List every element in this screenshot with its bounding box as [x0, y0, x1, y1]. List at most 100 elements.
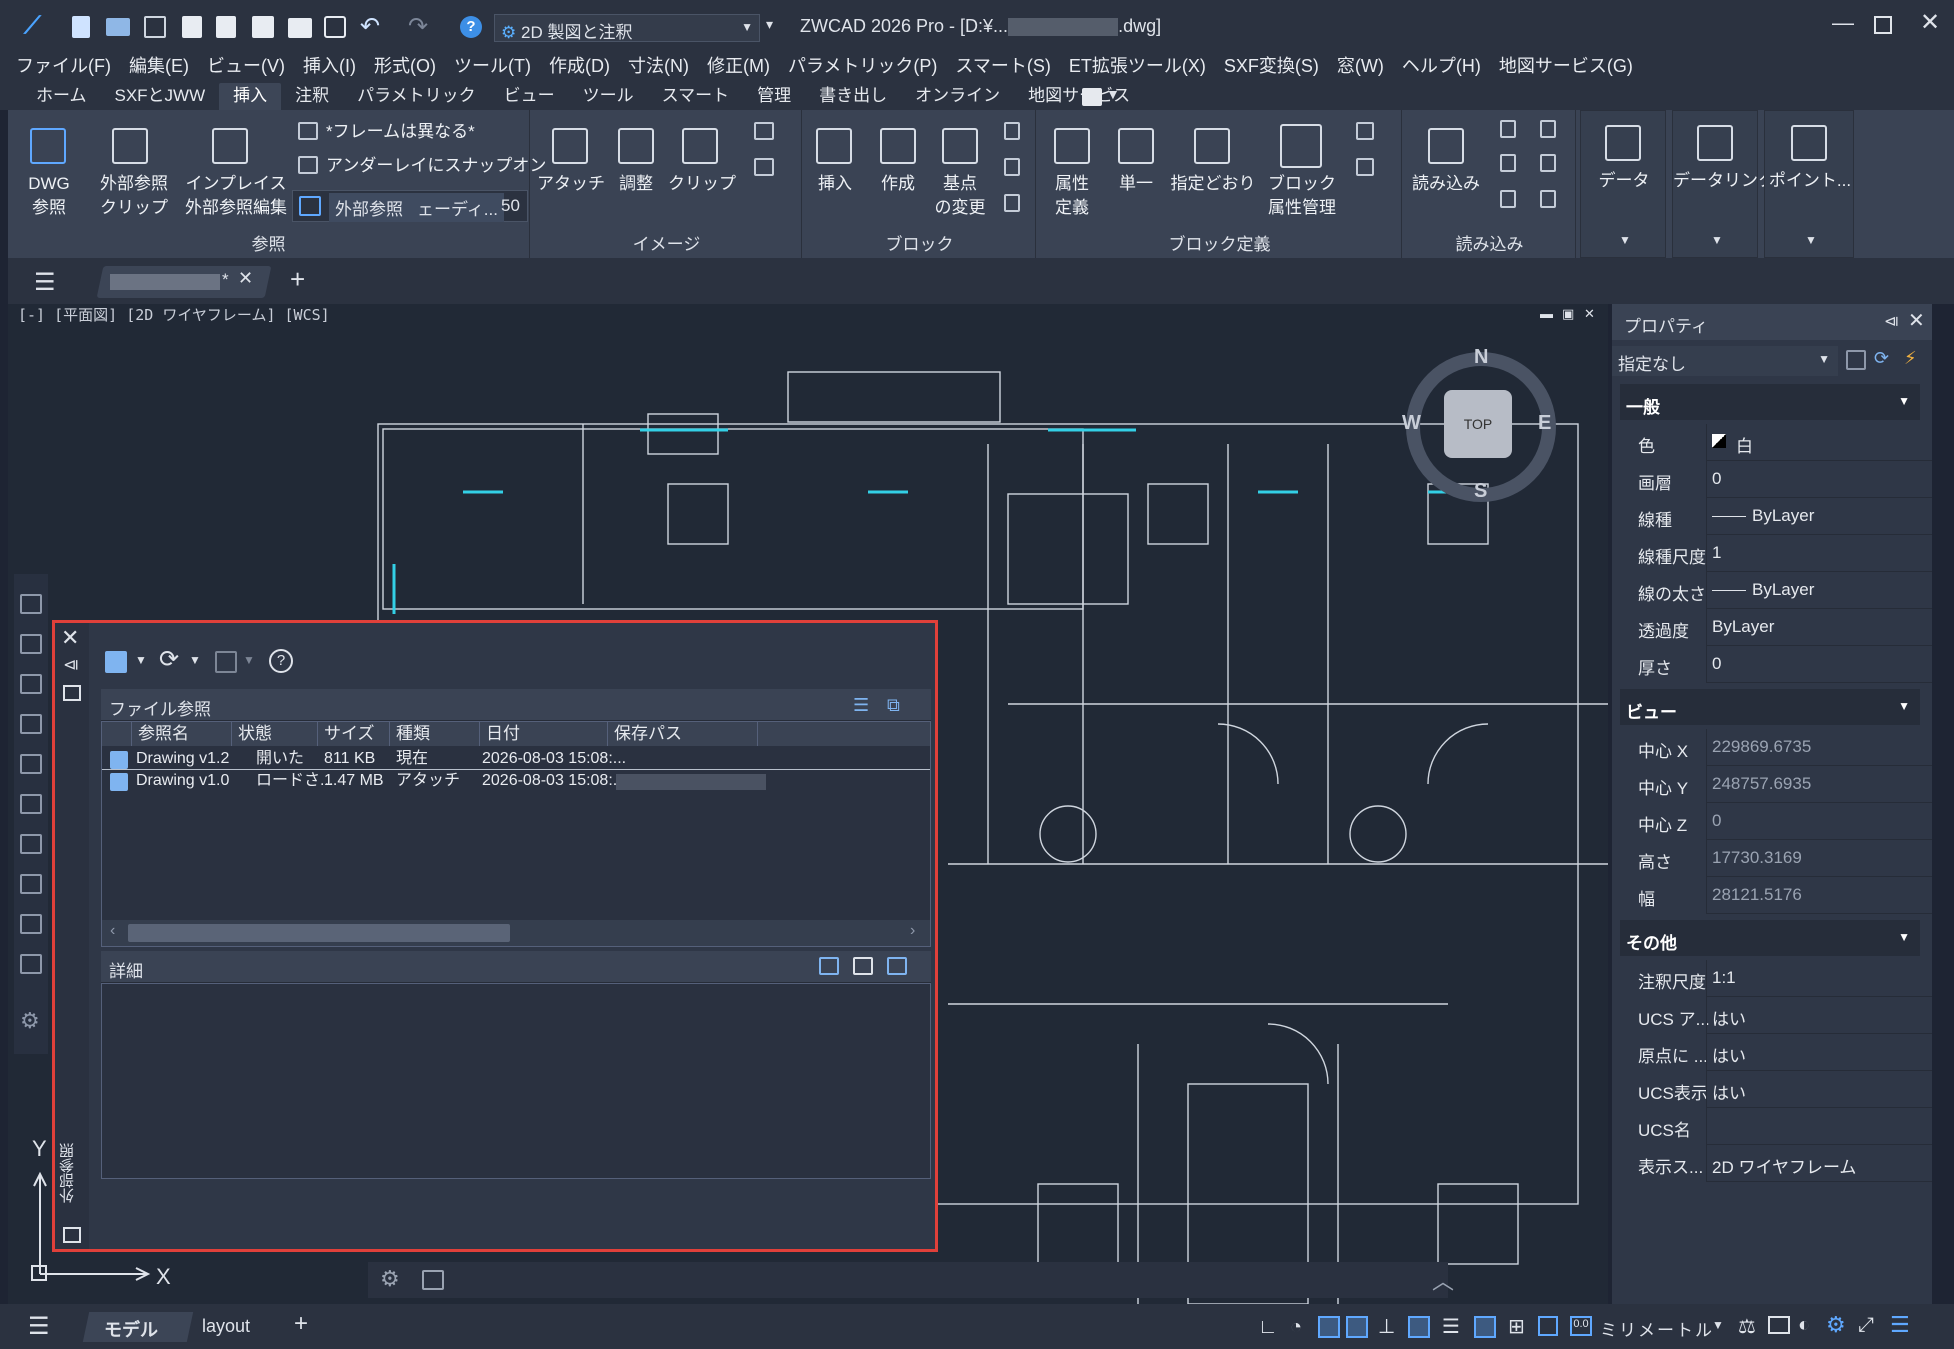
define-icon[interactable] [1194, 128, 1230, 164]
property-row[interactable]: 画層 0 [1612, 461, 1932, 498]
property-row[interactable]: 高さ 17730.3169 [1612, 840, 1932, 877]
app-logo-icon[interactable]: ⟋ [24, 12, 52, 39]
collapse-icon[interactable] [887, 957, 907, 975]
settings-icon[interactable]: ⚙ [1826, 1312, 1846, 1338]
image-adjust-button[interactable]: 調整 [604, 172, 668, 196]
property-row[interactable]: 厚さ 0 [1612, 646, 1932, 683]
tool-icon-8[interactable] [20, 874, 42, 894]
snap-dropdown[interactable]: アンダーレイにスナップオン [326, 154, 546, 178]
command-expand-icon[interactable]: ︿ [1432, 1264, 1454, 1296]
menu-item-14[interactable]: ヘルプ(H) [1402, 52, 1481, 78]
import-icon[interactable] [1428, 128, 1464, 164]
attr-manager-icon[interactable] [1280, 124, 1322, 168]
block-create-button[interactable]: 作成 [866, 172, 930, 196]
tool-icon-7[interactable] [20, 834, 42, 854]
fade-value[interactable]: 50 [501, 196, 520, 216]
ribbon-tab-5[interactable]: ビュー [490, 83, 569, 110]
hamburger-icon[interactable]: ☰ [28, 1312, 50, 1341]
property-row[interactable]: 注釈尺度 1:1 [1612, 960, 1932, 997]
autohide-icon[interactable]: ⧏ [1884, 312, 1899, 330]
image-clip-icon[interactable] [682, 128, 718, 164]
compass-south[interactable]: S [1474, 480, 1487, 503]
property-row[interactable]: 線の太さ ByLayer [1612, 572, 1932, 609]
open-icon[interactable] [106, 18, 130, 36]
dgn-import-icon[interactable] [1540, 120, 1556, 138]
column-header-4[interactable]: 日付 [480, 722, 608, 746]
menu-item-10[interactable]: スマート(S) [955, 52, 1050, 78]
panel-data[interactable]: データ ▼ [1580, 110, 1666, 258]
tool-icon-3[interactable] [20, 674, 42, 694]
customize-icon[interactable]: ▾ [766, 16, 773, 33]
column-header-5[interactable]: 保存パス [608, 722, 758, 746]
preview-icon[interactable] [853, 957, 873, 975]
datalink-button[interactable]: データリンク [1673, 169, 1775, 193]
menu-item-13[interactable]: 窓(W) [1337, 52, 1384, 78]
blockdef-small-icon-1[interactable] [1356, 122, 1374, 140]
scroll-left-icon[interactable]: ‹ [110, 922, 115, 940]
scroll-right-icon[interactable]: › [910, 922, 915, 940]
property-row[interactable]: 線種 ByLayer [1612, 498, 1932, 535]
xref-clip-button[interactable]: 外部参照 クリップ [90, 172, 178, 220]
quick-select-icon[interactable]: ⟳ [1874, 348, 1889, 369]
menu-item-15[interactable]: 地図サービス(G) [1499, 52, 1633, 78]
zero-icon[interactable]: 0.0 [1570, 1316, 1592, 1336]
compass-north[interactable]: N [1474, 346, 1488, 369]
layout-tab[interactable]: layout [202, 1316, 250, 1337]
ribbon-options-icon[interactable]: ▼ [1106, 86, 1120, 102]
undo-icon[interactable]: ↶ [360, 12, 380, 41]
hamburger-icon[interactable]: ☰ [34, 268, 56, 297]
base-point-icon[interactable] [942, 128, 978, 164]
tool-icon-6[interactable] [20, 794, 42, 814]
menu-item-8[interactable]: 修正(M) [707, 52, 770, 78]
menu-item-5[interactable]: ツール(T) [454, 52, 531, 78]
define-button[interactable]: 指定どおり [1168, 172, 1258, 196]
image-clip-button[interactable]: クリップ [668, 172, 736, 196]
property-row[interactable]: 中心 X 229869.6735 [1612, 729, 1932, 766]
attr-def-button[interactable]: 属性 定義 [1038, 172, 1106, 220]
new-tab-icon[interactable]: + [290, 264, 305, 295]
menu-item-2[interactable]: ビュー(V) [207, 52, 285, 78]
compass-west[interactable]: W [1402, 412, 1421, 435]
block-insert-icon[interactable] [816, 128, 852, 164]
command-gear-icon[interactable]: ⚙ [380, 1266, 400, 1292]
chevron-down-icon[interactable]: ▼ [1712, 1318, 1724, 1332]
column-header-1[interactable]: 状態 [232, 722, 318, 746]
otrack-icon[interactable] [1346, 1316, 1368, 1338]
menu-item-4[interactable]: 形式(O) [374, 52, 436, 78]
property-row[interactable]: 中心 Y 248757.6935 [1612, 766, 1932, 803]
property-row[interactable]: UCS ア... はい [1612, 997, 1932, 1034]
ribbon-tab-4[interactable]: パラメトリック [343, 83, 490, 110]
menu-item-9[interactable]: パラメトリック(P) [788, 52, 937, 78]
blockdef-small-icon-2[interactable] [1356, 158, 1374, 176]
preview-icon[interactable] [324, 16, 346, 38]
minimize-button[interactable]: — [1832, 10, 1854, 36]
folder-icon[interactable] [1768, 1316, 1790, 1334]
tool-icon-10[interactable] [20, 954, 42, 974]
image-attach-icon[interactable] [552, 128, 588, 164]
tool-icon-5[interactable] [20, 754, 42, 774]
ribbon-tab-11[interactable]: 地図サービス [1014, 83, 1144, 110]
close-icon[interactable]: ✕ [1908, 308, 1925, 333]
pdf-import-icon[interactable] [1500, 120, 1516, 138]
help-icon[interactable]: ? [269, 649, 293, 673]
property-row[interactable]: UCS表示 はい [1612, 1071, 1932, 1108]
annotation-scale-icon[interactable]: ⚖ [1738, 1314, 1756, 1339]
view-cube-top-face[interactable]: TOP [1444, 390, 1512, 458]
polar-icon[interactable]: ◔ [1290, 1316, 1302, 1339]
column-header-2[interactable]: サイズ [318, 722, 390, 746]
dwg-reference-icon[interactable] [30, 128, 66, 164]
menu-item-0[interactable]: ファイル(F) [16, 52, 111, 78]
jtc-import-icon[interactable] [1500, 154, 1516, 172]
fade-control[interactable]: 外部参照 ェーディ... 50 [292, 190, 528, 222]
inplace-edit-button[interactable]: インプレイス 外部参照編集 [178, 172, 294, 220]
import-small-icon-4[interactable] [1540, 154, 1556, 172]
selection-cycle-icon[interactable]: ⊞ [1508, 1314, 1525, 1339]
chevron-down-icon[interactable]: ▼ [189, 653, 201, 667]
new-icon[interactable] [72, 16, 90, 38]
pickadd-icon[interactable]: ⚡ [1904, 348, 1917, 369]
frame-dropdown[interactable]: *フレームは異なる* [326, 120, 475, 144]
ribbon-tab-7[interactable]: スマート [648, 83, 744, 110]
stp-import-icon[interactable] [1500, 190, 1516, 208]
image-attach-button[interactable]: アタッチ [536, 172, 606, 196]
table-row[interactable]: Drawing v1.0 ロードさ... 1.47 MB アタッチ 2026-08-03… [102, 770, 930, 792]
